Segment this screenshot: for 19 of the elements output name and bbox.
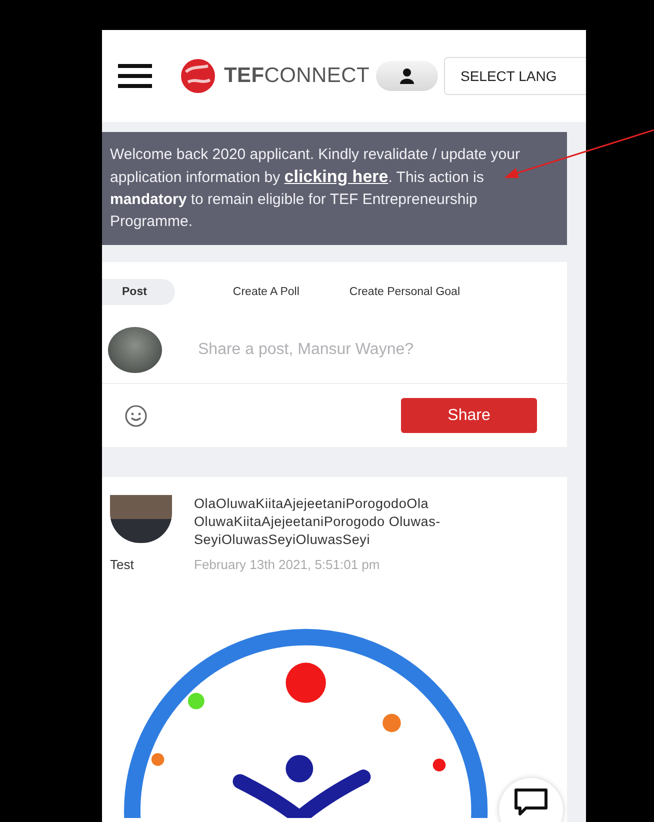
- composer-tab[interactable]: Create Personal Goal: [349, 279, 460, 305]
- welcome-notice: Welcome back 2020 applicant. Kindly revalidate / update your application information by clicking here. This action is mandatory to remain eligible for TEF Entrepreneurship Programme.: [102, 132, 567, 245]
- composer-tab[interactable]: Create A Poll: [232, 279, 300, 305]
- clicking-here-link[interactable]: clicking here: [284, 167, 388, 186]
- post-date: February 13th 2021, 5:51:01 pm: [194, 557, 381, 572]
- language-select[interactable]: SELECT LANG: [444, 57, 586, 95]
- profile-button[interactable]: [376, 61, 438, 91]
- user-avatar: [108, 327, 162, 373]
- user-icon: [398, 68, 414, 84]
- chat-bubble-icon: [514, 788, 548, 816]
- emoji-icon[interactable]: [124, 404, 148, 428]
- share-button[interactable]: Share: [401, 398, 537, 433]
- author-label: Test: [110, 557, 135, 572]
- brand-name: TEFCONNECT: [224, 64, 370, 88]
- post-author-name[interactable]: OlaOluwaKiitaAjejeetaniPorogodoOla OluwaKiitaAjejeetaniPorogodo Oluwas- SeyiOluwasSeyiOluwasSeyi: [194, 495, 440, 549]
- globe-logo-icon: [180, 58, 216, 94]
- menu-icon[interactable]: [118, 64, 152, 88]
- composer-tab[interactable]: Post: [102, 279, 175, 305]
- author-photo-placeholder: [110, 495, 172, 543]
